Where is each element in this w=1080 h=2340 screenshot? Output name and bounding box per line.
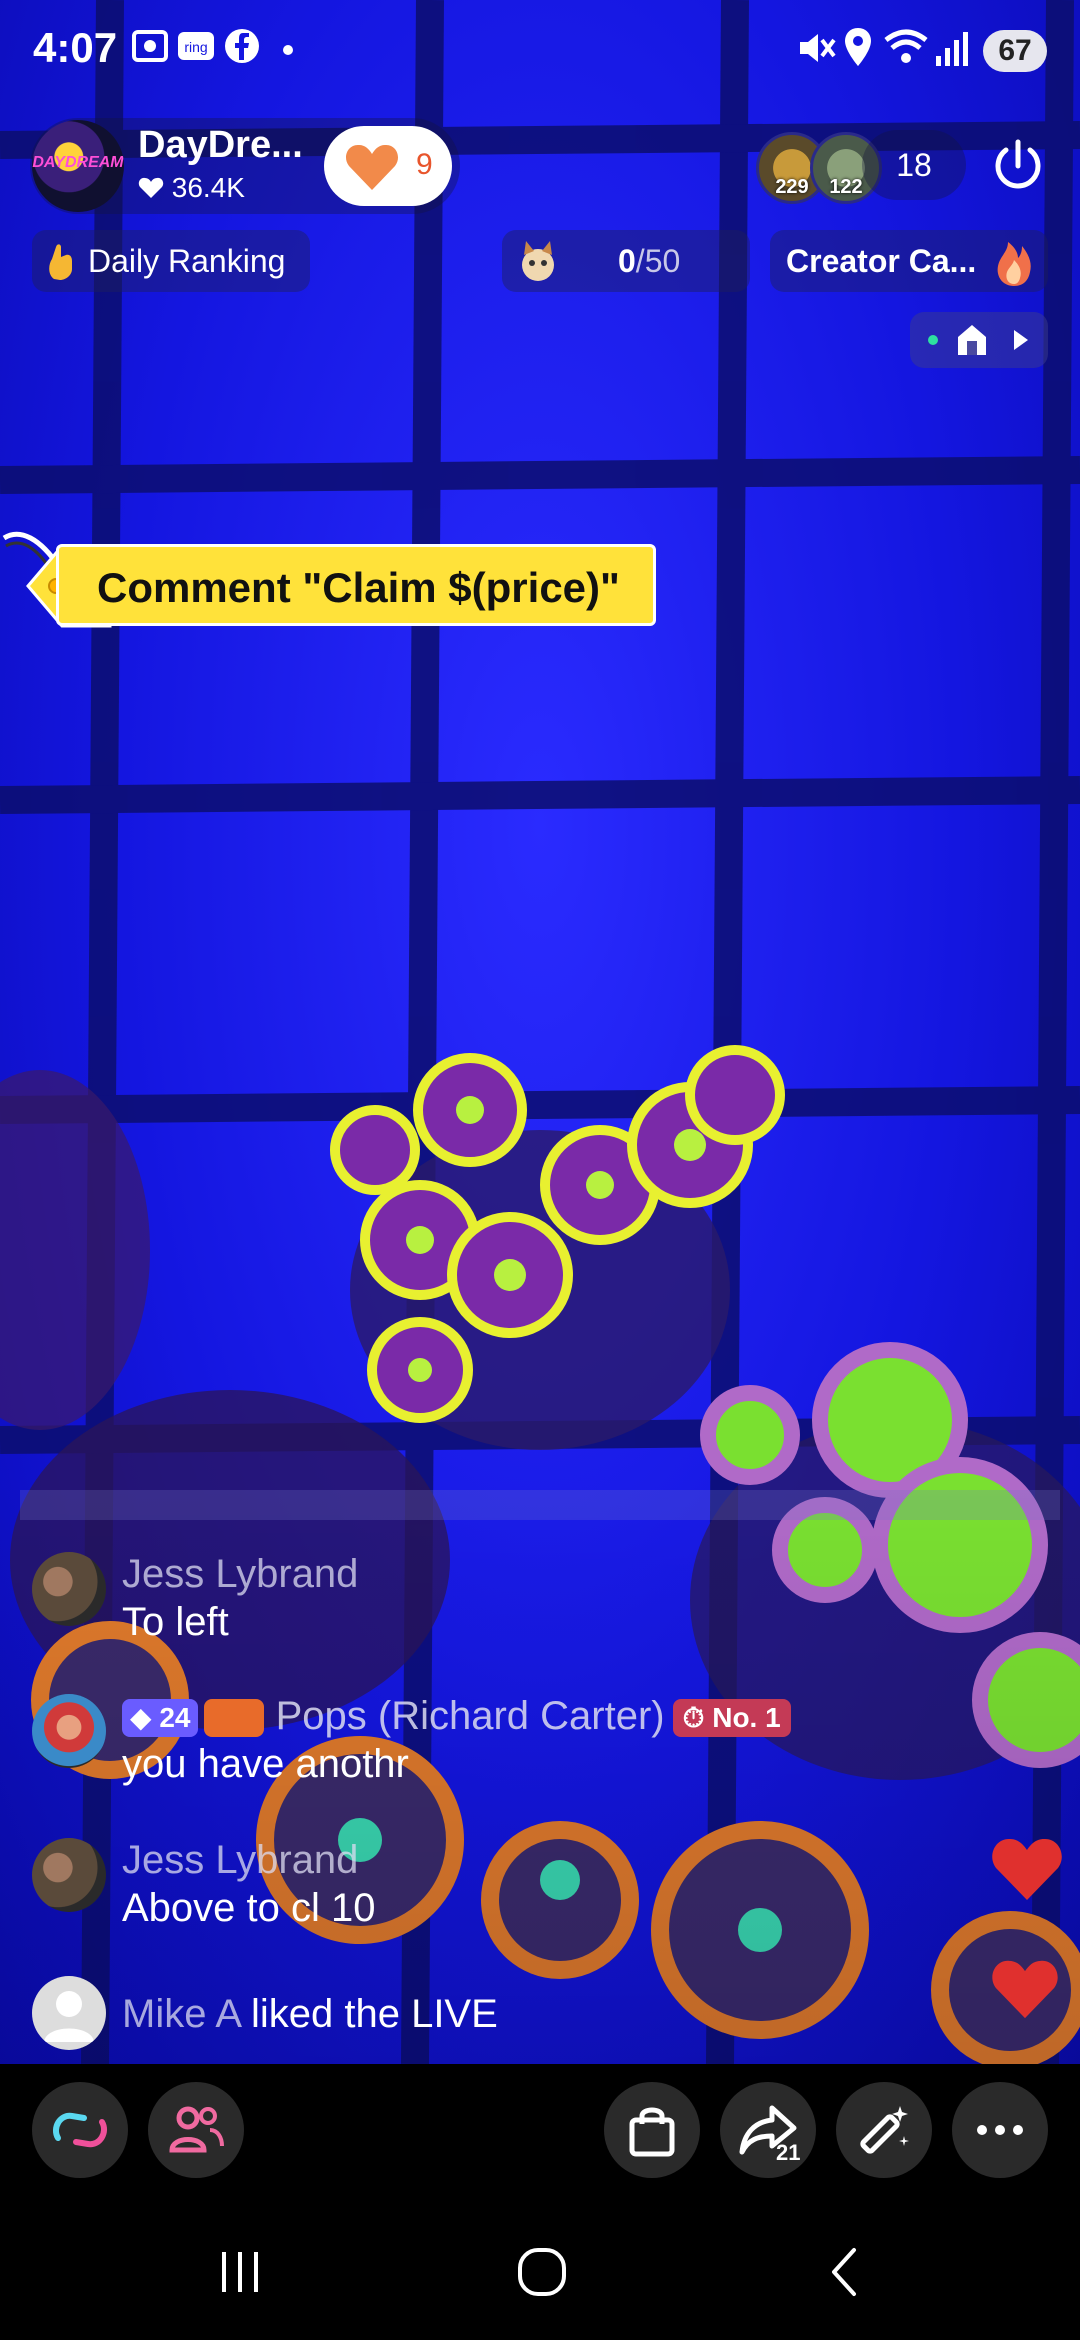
system-navigation-bar xyxy=(0,2204,1080,2340)
comment-text: you have anothr xyxy=(122,1742,409,1786)
host-profile-pill[interactable]: DAYDREAM DayDre... 36.4K 9 xyxy=(30,118,460,214)
user-level-badge: ◆ 24 xyxy=(122,1699,199,1738)
comment-text: To left xyxy=(122,1600,229,1644)
host-likes-count: 36.4K xyxy=(171,172,245,203)
online-dot-icon xyxy=(928,335,938,345)
goal-total: /50 xyxy=(635,243,681,279)
follow-heart-icon xyxy=(345,144,399,190)
guests-icon xyxy=(169,2106,224,2153)
top-gifter-rank: No. 1 xyxy=(712,1702,781,1734)
floating-heart-icon xyxy=(992,1960,1058,2019)
power-icon[interactable] xyxy=(988,136,1048,196)
follow-button[interactable]: 9 xyxy=(324,126,452,206)
comment-item[interactable]: ◆ 24 Pops (Richard Carter) ⏱ No. 1 you ha… xyxy=(32,1694,932,1794)
comment-avatar[interactable] xyxy=(32,1838,106,1912)
follow-count: 9 xyxy=(416,148,433,181)
comment-username-row: ◆ 24 Pops (Richard Carter) ⏱ No. 1 xyxy=(122,1694,791,1739)
share-count: 21 xyxy=(776,2140,801,2165)
home-icon xyxy=(958,325,986,355)
comment-username[interactable]: Jess Lybrand xyxy=(122,1838,358,1883)
default-avatar-icon[interactable] xyxy=(32,1976,106,2050)
magic-wand-icon xyxy=(860,2106,909,2154)
comment-username[interactable]: Jess Lybrand xyxy=(122,1552,358,1597)
like-event-text: liked the LIVE xyxy=(250,1992,498,2036)
play-arrow-icon xyxy=(1014,330,1028,350)
svg-text:ring: ring xyxy=(184,39,207,55)
subscriber-badge xyxy=(204,1699,265,1738)
top-gifter-badge: ⏱ No. 1 xyxy=(672,1699,791,1738)
comment-avatar[interactable] xyxy=(32,1552,106,1626)
comment-avatar[interactable] xyxy=(32,1694,106,1768)
daily-ranking-label: Daily Ranking xyxy=(88,243,286,279)
shop-button[interactable] xyxy=(604,2082,700,2178)
notification-dot-icon xyxy=(283,45,293,55)
shop-bag-icon xyxy=(629,2107,675,2157)
collab-button[interactable] xyxy=(32,2082,128,2178)
gift-goal-chip[interactable]: 0/50 xyxy=(502,230,750,292)
like-event-item: Mike A liked the LIVE xyxy=(32,1976,932,2056)
back-icon[interactable] xyxy=(816,2242,876,2302)
comment-item[interactable]: Jess Lybrand To left xyxy=(32,1552,932,1652)
viewer-count[interactable]: 18 xyxy=(862,130,966,200)
shop-toggle-pill[interactable] xyxy=(910,312,1048,368)
creator-campaign-label: Creator Ca... xyxy=(786,243,977,279)
more-icon xyxy=(977,2125,1023,2135)
effects-button[interactable] xyxy=(836,2082,932,2178)
hand-icon xyxy=(49,244,72,280)
claim-tag-text: Comment "Claim $(price)" xyxy=(56,544,656,626)
user-level: 24 xyxy=(159,1702,191,1734)
creator-campaign-chip[interactable]: Creator Ca... xyxy=(770,230,1048,292)
wifi-icon xyxy=(884,29,928,63)
fire-icon xyxy=(997,242,1031,286)
host-avatar-logo-text: DAYDREAM xyxy=(32,154,124,171)
recent-apps-icon[interactable] xyxy=(210,2242,270,2302)
comment-text: Above to cl 10 xyxy=(122,1886,376,1930)
mute-icon xyxy=(800,34,836,62)
collab-icon xyxy=(52,2112,108,2148)
home-nav-icon[interactable] xyxy=(512,2242,572,2302)
battery-indicator: 67 xyxy=(983,30,1047,72)
facebook-icon xyxy=(225,29,259,63)
comment-username[interactable]: Mike A xyxy=(122,1992,240,2036)
status-bar: 4:07 ring 67 xyxy=(0,0,1080,100)
comment-username[interactable]: Pops (Richard Carter) xyxy=(276,1694,665,1738)
location-icon xyxy=(845,28,871,66)
daily-ranking-chip[interactable]: Daily Ranking xyxy=(32,230,310,292)
heart-icon xyxy=(138,177,164,198)
signal-icon xyxy=(936,32,968,66)
more-button[interactable] xyxy=(952,2082,1048,2178)
claim-price-tag: Comment "Claim $(price)" xyxy=(0,528,680,640)
guests-button[interactable] xyxy=(148,2082,244,2178)
host-likes: 36.4K xyxy=(138,172,245,204)
status-time: 4:07 xyxy=(33,24,118,71)
host-name: DayDre... xyxy=(138,124,303,166)
cat-gift-icon xyxy=(522,241,554,281)
goal-current: 0 xyxy=(618,243,636,279)
screenshot-icon xyxy=(132,30,168,62)
like-event-line: Mike A liked the LIVE xyxy=(122,1992,498,2037)
floating-heart-icon xyxy=(992,1838,1062,1900)
share-button[interactable]: 21 xyxy=(720,2082,816,2178)
comment-item[interactable]: Jess Lybrand Above to cl 10 xyxy=(32,1838,932,1938)
host-avatar[interactable]: DAYDREAM xyxy=(32,120,124,212)
bottom-action-bar: 21 xyxy=(0,2064,1080,2204)
ring-app-icon: ring xyxy=(178,32,214,60)
